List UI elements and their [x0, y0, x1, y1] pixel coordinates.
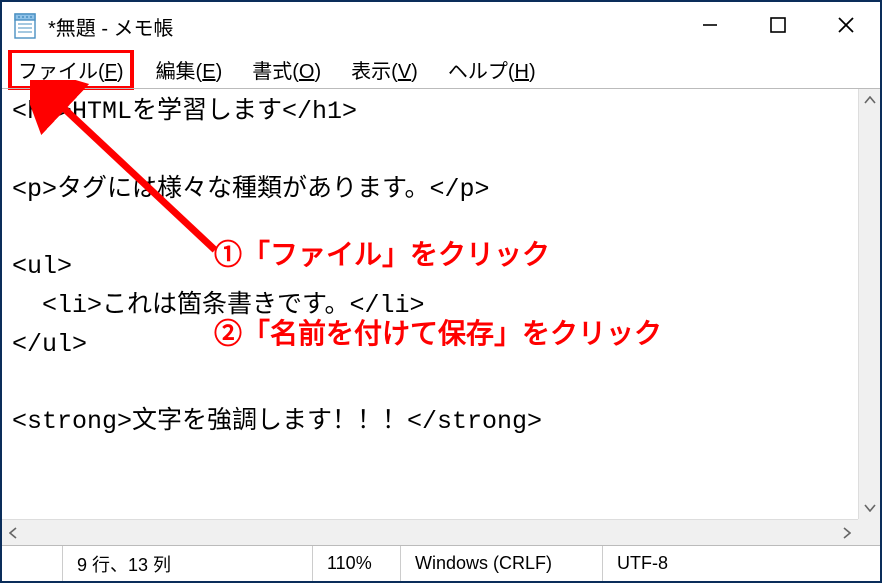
menu-format[interactable]: 書式(O) — [244, 51, 329, 88]
window-controls — [676, 2, 880, 50]
scroll-down-icon[interactable] — [859, 497, 881, 519]
scroll-up-icon[interactable] — [859, 89, 881, 111]
minimize-icon — [701, 16, 719, 34]
status-position: 9 行、13 列 — [62, 546, 312, 581]
editor-area: <h1>HTMLを学習します</h1> <p>タグには様々な種類があります。</… — [2, 88, 880, 545]
statusbar: 9 行、13 列 110% Windows (CRLF) UTF-8 — [2, 545, 880, 581]
scroll-left-icon[interactable] — [2, 522, 24, 544]
close-icon — [836, 15, 856, 35]
menubar: ファイル(F) 編集(E) 書式(O) 表示(V) ヘルプ(H) — [2, 50, 880, 88]
text-editor[interactable]: <h1>HTMLを学習します</h1> <p>タグには様々な種類があります。</… — [2, 89, 880, 545]
vertical-scrollbar[interactable] — [858, 89, 880, 519]
menu-help[interactable]: ヘルプ(H) — [440, 51, 544, 88]
status-zoom: 110% — [312, 546, 400, 581]
close-button[interactable] — [812, 2, 880, 48]
status-line-ending: Windows (CRLF) — [400, 546, 602, 581]
notepad-window: *無題 - メモ帳 ファイル(F) 編集(E) 書式(O) 表示(V) ヘルプ(… — [0, 0, 882, 583]
status-blank — [2, 546, 62, 581]
status-encoding: UTF-8 — [602, 546, 880, 581]
horizontal-scrollbar[interactable] — [2, 519, 858, 545]
menu-view[interactable]: 表示(V) — [343, 51, 426, 88]
window-title: *無題 - メモ帳 — [48, 12, 676, 41]
menu-edit[interactable]: 編集(E) — [148, 51, 231, 88]
maximize-button[interactable] — [744, 2, 812, 48]
notepad-icon — [12, 11, 38, 41]
maximize-icon — [769, 16, 787, 34]
menu-file[interactable]: ファイル(F) — [8, 49, 134, 90]
titlebar[interactable]: *無題 - メモ帳 — [2, 2, 880, 50]
minimize-button[interactable] — [676, 2, 744, 48]
scrollbar-corner — [858, 519, 880, 545]
scroll-right-icon[interactable] — [836, 522, 858, 544]
